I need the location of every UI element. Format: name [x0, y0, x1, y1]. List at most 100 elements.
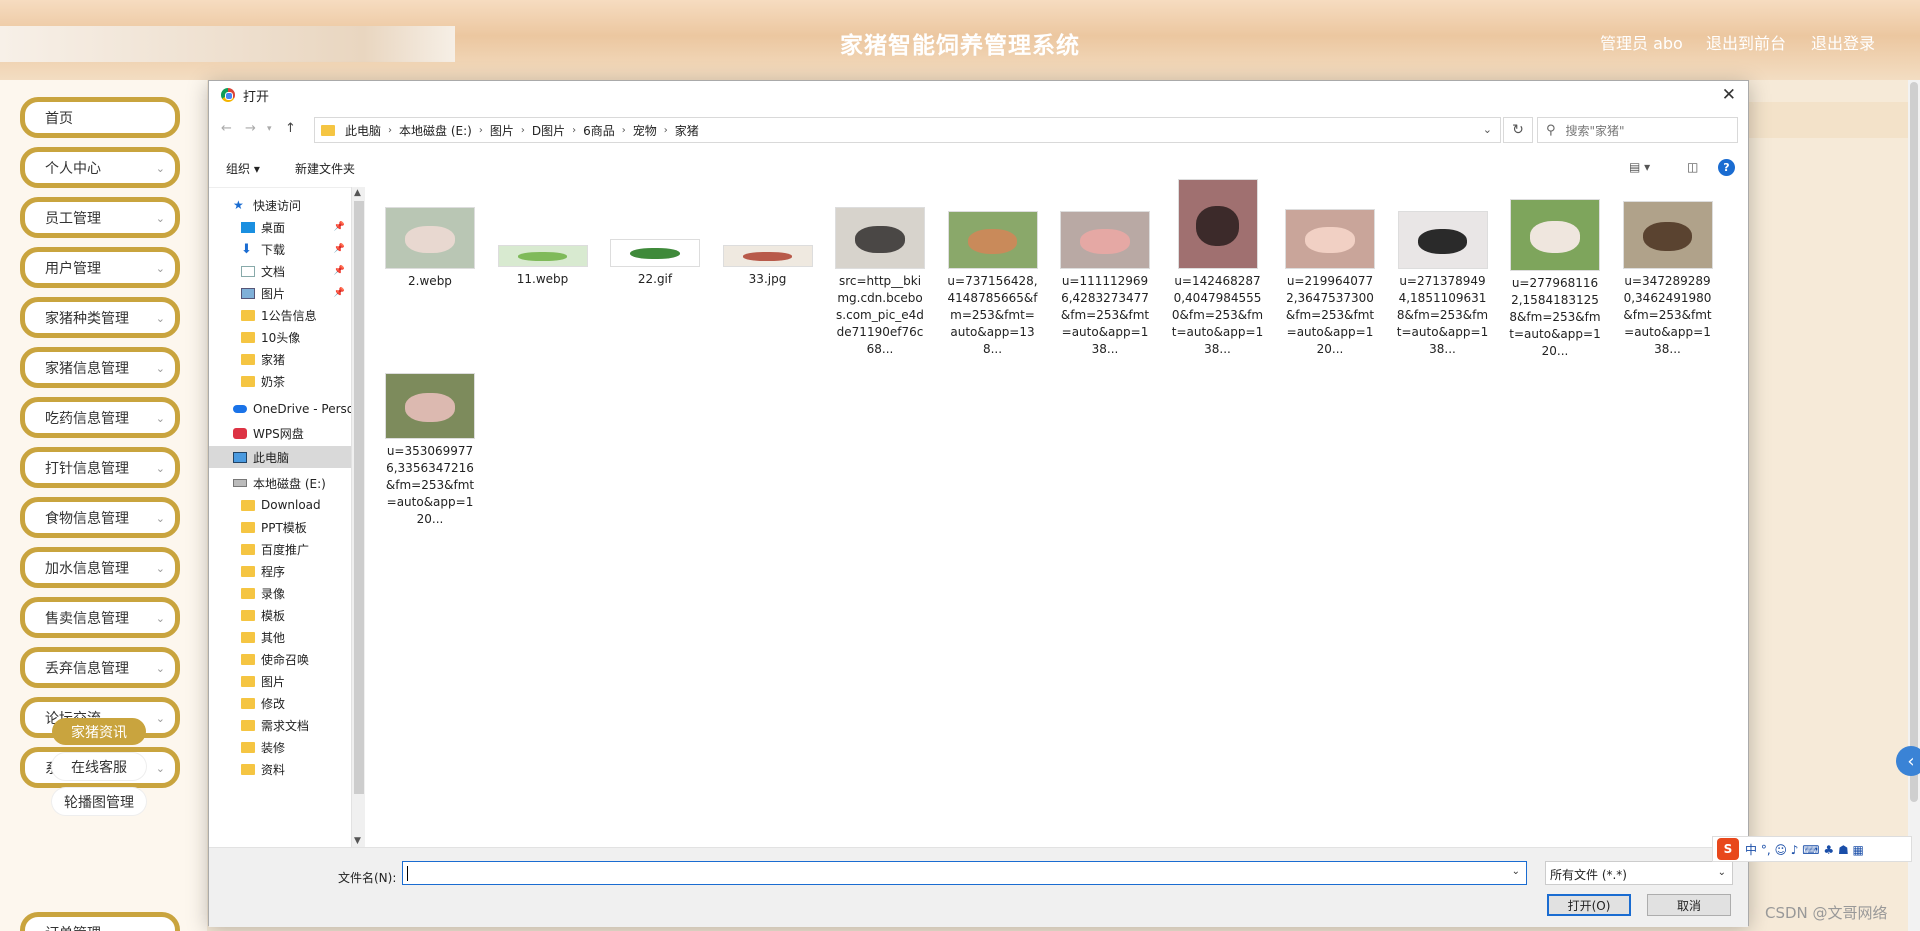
nav-item[interactable]: 奶茶	[209, 370, 351, 392]
sidebar-item-7[interactable]: 吃药信息管理 ⌄	[20, 397, 180, 438]
help-icon[interactable]: ?	[1718, 159, 1735, 176]
nav-item[interactable]: 其他	[209, 626, 351, 648]
nav-item[interactable]: 桌面 📌	[209, 216, 351, 238]
nav-item[interactable]: ★ 快速访问	[209, 194, 351, 216]
file-item[interactable]: u=1424682870,40479845550&fm=253&fmt=auto…	[1172, 179, 1264, 358]
navigation-pane-scrollbar-thumb[interactable]	[354, 201, 364, 794]
nav-item[interactable]: 百度推广	[209, 538, 351, 560]
nav-item[interactable]: 10头像	[209, 326, 351, 348]
file-item[interactable]: 2.webp	[384, 207, 476, 290]
sidebar-item-1[interactable]: 首页	[20, 97, 180, 138]
sidebar-item-10[interactable]: 加水信息管理 ⌄	[20, 547, 180, 588]
file-item[interactable]: u=1111129696,4283273477&fm=253&fmt=auto&…	[1059, 211, 1151, 358]
navigation-pane-scrollbar[interactable]: ▲ ▼	[351, 187, 365, 847]
sidebar-item-5[interactable]: 家猪种类管理 ⌄	[20, 297, 180, 338]
sidebar-subitem-3[interactable]: 轮播图管理	[52, 788, 146, 815]
nav-item[interactable]: 修改	[209, 692, 351, 714]
scroll-up-arrow-icon[interactable]: ▲	[354, 188, 361, 198]
breadcrumb-item[interactable]: 家猪	[675, 122, 699, 139]
nav-item[interactable]: 模板	[209, 604, 351, 626]
address-bar[interactable]: 此电脑 › 本地磁盘 (E:) › 图片 › D图片 › 6商品 › 宠物 › 家猪 ⌄	[314, 117, 1501, 143]
cancel-button[interactable]: 取消	[1647, 894, 1731, 916]
watermark-text: CSDN @文哥网络	[1765, 904, 1888, 922]
sidebar-subitem-2[interactable]: 在线客服	[52, 753, 146, 780]
collapse-arrow-button[interactable]: ‹	[1896, 746, 1920, 776]
refresh-icon[interactable]: ↻	[1503, 117, 1533, 143]
organize-button[interactable]: 组织 ▾	[226, 160, 260, 177]
chevron-down-icon[interactable]: ⌄	[1483, 123, 1492, 136]
forward-arrow-icon[interactable]: →	[245, 121, 256, 136]
breadcrumb-separator-icon[interactable]: ›	[521, 125, 525, 136]
nav-item[interactable]: 程序	[209, 560, 351, 582]
sidebar-subitem-1[interactable]: 家猪资讯	[52, 718, 146, 745]
breadcrumb-item[interactable]: 6商品	[583, 122, 615, 139]
new-folder-button[interactable]: 新建文件夹	[295, 160, 355, 177]
nav-item[interactable]: 需求文档	[209, 714, 351, 736]
breadcrumb-separator-icon[interactable]: ›	[664, 125, 668, 136]
sidebar-item-9[interactable]: 食物信息管理 ⌄	[20, 497, 180, 538]
close-icon[interactable]: ✕	[1722, 85, 1736, 105]
breadcrumb-item[interactable]: D图片	[532, 122, 565, 139]
filename-input[interactable]: ⌄	[402, 861, 1527, 885]
chevron-down-icon[interactable]: ⌄	[1512, 866, 1520, 877]
nav-item[interactable]: PPT模板	[209, 516, 351, 538]
sidebar-item-4[interactable]: 用户管理 ⌄	[20, 247, 180, 288]
file-item[interactable]: u=3530699776,3356347216&fm=253&fmt=auto&…	[384, 373, 476, 528]
breadcrumb-separator-icon[interactable]: ›	[622, 125, 626, 136]
sidebar-item-3[interactable]: 员工管理 ⌄	[20, 197, 180, 238]
recent-locations-chevron-icon[interactable]: ▾	[267, 124, 272, 134]
nav-item[interactable]: 录像	[209, 582, 351, 604]
open-button[interactable]: 打开(O)	[1547, 894, 1631, 916]
preview-pane-icon[interactable]: ◫	[1687, 160, 1698, 174]
file-item[interactable]: u=737156428,4148785665&fm=253&fmt=auto&a…	[947, 211, 1039, 358]
nav-item[interactable]: 装修	[209, 736, 351, 758]
scroll-down-arrow-icon[interactable]: ▼	[354, 836, 361, 846]
file-item[interactable]: 33.jpg	[722, 245, 814, 288]
file-item[interactable]: u=3472892890,3462491980&fm=253&fmt=auto&…	[1622, 201, 1714, 358]
file-item[interactable]: u=2199640772,3647537300&fm=253&fmt=auto&…	[1284, 209, 1376, 358]
file-item[interactable]: 22.gif	[609, 239, 701, 288]
nav-item[interactable]: 资料	[209, 758, 351, 780]
breadcrumb-item[interactable]: 宠物	[633, 122, 657, 139]
view-options-icon[interactable]: ▤ ▾	[1629, 160, 1650, 174]
nav-item[interactable]: 使命召唤	[209, 648, 351, 670]
exit-to-front-link[interactable]: 退出到前台	[1706, 30, 1786, 54]
sidebar-item-11[interactable]: 售卖信息管理 ⌄	[20, 597, 180, 638]
nav-item[interactable]: 本地磁盘 (E:)	[209, 472, 351, 494]
logout-link[interactable]: 退出登录	[1811, 30, 1875, 54]
sidebar-item-2[interactable]: 个人中心 ⌄	[20, 147, 180, 188]
sidebar-item-8[interactable]: 打针信息管理 ⌄	[20, 447, 180, 488]
page-scrollbar-thumb[interactable]	[1910, 82, 1918, 802]
admin-user-label[interactable]: 管理员 abo	[1600, 30, 1683, 54]
filetype-select[interactable]: 所有文件 (*.*) ⌄	[1545, 861, 1733, 885]
nav-item[interactable]: ⬇ 下载 📌	[209, 238, 351, 260]
file-item[interactable]: src=http__bkimg.cdn.bcebos.com_pic_e4dde…	[834, 207, 926, 358]
breadcrumb-item[interactable]: 本地磁盘 (E:)	[399, 122, 472, 139]
breadcrumb-item[interactable]: 此电脑	[345, 122, 381, 139]
nav-item[interactable]: 1公告信息	[209, 304, 351, 326]
breadcrumb-separator-icon[interactable]: ›	[388, 125, 392, 136]
file-item[interactable]: u=2779681162,15841831258&fm=253&fmt=auto…	[1509, 199, 1601, 360]
nav-item[interactable]: 图片 📌	[209, 282, 351, 304]
nav-item[interactable]: WPS网盘	[209, 422, 351, 444]
up-arrow-icon[interactable]: ↑	[285, 121, 296, 136]
nav-item[interactable]: Download	[209, 494, 351, 516]
sidebar-item-6[interactable]: 家猪信息管理 ⌄	[20, 347, 180, 388]
nav-item[interactable]: OneDrive - Perso	[209, 398, 351, 420]
back-arrow-icon[interactable]: ←	[221, 121, 232, 136]
image-thumbnail	[835, 207, 925, 269]
nav-item[interactable]: 文档 📌	[209, 260, 351, 282]
breadcrumb-item[interactable]: 图片	[490, 122, 514, 139]
nav-item[interactable]: 家猪	[209, 348, 351, 370]
breadcrumb-separator-icon[interactable]: ›	[572, 125, 576, 136]
file-item[interactable]: u=2713789494,18511096318&fm=253&fmt=auto…	[1397, 211, 1489, 358]
sidebar-item-12[interactable]: 丢弃信息管理 ⌄	[20, 647, 180, 688]
nav-item[interactable]: 图片	[209, 670, 351, 692]
sidebar-item-orders[interactable]: 订单管理	[20, 912, 180, 931]
nav-item[interactable]: 此电脑	[209, 446, 351, 468]
page-scrollbar[interactable]	[1908, 80, 1920, 931]
breadcrumb-separator-icon[interactable]: ›	[479, 125, 483, 136]
file-item[interactable]: 11.webp	[497, 245, 589, 288]
ime-toolbar[interactable]: S 中 °, ☺ ♪ ⌨ ♣ ☗ ▦	[1712, 836, 1912, 862]
search-box[interactable]: ⚲ 搜索"家猪"	[1537, 117, 1738, 143]
